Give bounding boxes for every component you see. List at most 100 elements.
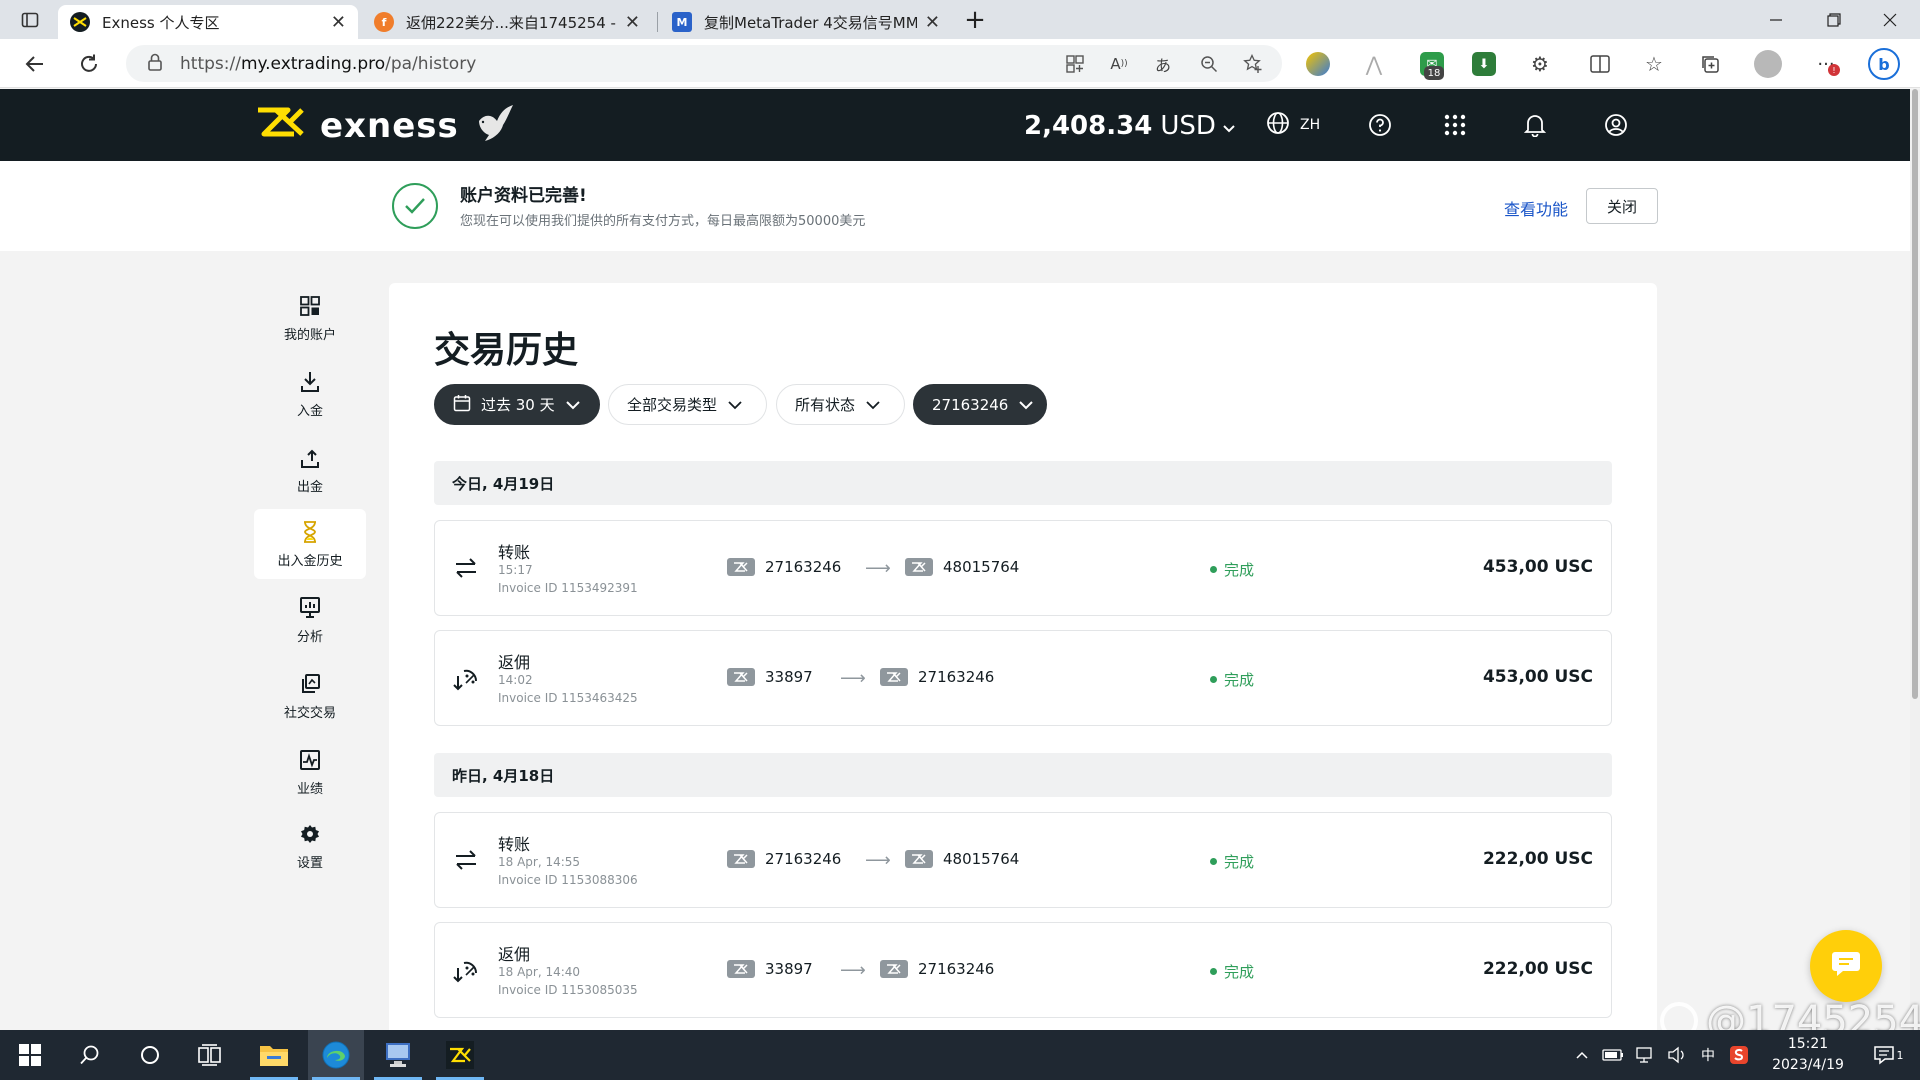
translate-icon[interactable]: あ [1152,53,1174,75]
favorites-icon[interactable]: ☆ [1642,52,1666,76]
close-banner-button[interactable]: 关闭 [1586,188,1658,224]
source-account-number: 33897 [765,960,813,978]
cortana-icon[interactable] [122,1030,178,1080]
ime-indicator[interactable]: 中 [1694,1030,1722,1080]
sidebar-item-settings[interactable]: 设置 [254,811,366,881]
scrollbar-thumb[interactable] [1912,89,1918,699]
tab-forum[interactable]: f 返佣222美分...来自1745254 - FO ✕ [362,5,652,39]
sidebar-item-history[interactable]: 出入金历史 [254,509,366,579]
sidebar-item-performance[interactable]: 业绩 [254,737,366,807]
sidebar-item-withdraw[interactable]: 出金 [254,435,366,505]
back-button[interactable] [18,47,52,81]
exness-logo[interactable]: exness [254,103,515,149]
help-icon[interactable] [1368,111,1392,139]
sidebar-item-deposit[interactable]: 入金 [254,359,366,429]
brand-name: exness [320,106,459,146]
sogou-input-icon[interactable] [1724,1030,1754,1080]
profile-avatar[interactable] [1754,50,1782,78]
close-window-button[interactable] [1862,0,1918,39]
close-tab-icon[interactable]: ✕ [625,12,640,33]
sidebar-item-social-trading[interactable]: 社交交易 [254,661,366,731]
tab-metatrader[interactable]: M 复制MetaTrader 4交易信号MMFL ✕ [660,5,952,39]
lock-icon[interactable] [148,53,162,75]
transaction-row[interactable]: 返佣 14:02 Invoice ID 1153463425 33897 ⟶ 2… [434,630,1612,726]
exness-terminal-icon[interactable] [432,1030,488,1080]
restore-button[interactable] [1806,0,1862,39]
collections-icon[interactable] [1698,52,1722,76]
search-icon[interactable] [62,1030,118,1080]
sidebar-label: 出金 [296,479,323,495]
edge-browser-icon[interactable] [308,1030,364,1080]
notifications-bell-icon[interactable] [1524,111,1546,139]
transaction-row[interactable]: 转账 15:17 Invoice ID 1153492391 27163246 … [434,520,1612,616]
remote-desktop-icon[interactable] [370,1030,426,1080]
page-scrollbar[interactable] [1910,89,1920,1030]
sidebar-item-my-accounts[interactable]: 我的账户 [254,283,366,353]
split-screen-icon[interactable] [1588,52,1612,76]
read-aloud-icon[interactable]: A)) [1108,53,1130,75]
add-favorite-icon[interactable] [1242,53,1264,75]
balance-amount: 2,408.34 [1024,111,1153,141]
arrow-right-icon: ⟶ [865,558,891,579]
transaction-row[interactable]: 转账 18 Apr, 14:55 Invoice ID 1153088306 2… [434,812,1612,908]
sidebar-item-analytics[interactable]: 分析 [254,585,366,655]
file-explorer-icon[interactable] [246,1030,302,1080]
grid-icon [300,294,320,318]
status-badge: 完成 [1210,851,1254,872]
tab-exness[interactable]: Exness 个人专区 ✕ [58,5,358,39]
status-filter[interactable]: 所有状态 [776,384,905,425]
hourglass-icon [302,520,318,544]
status-badge: 完成 [1210,559,1254,580]
bing-copilot-icon[interactable]: b [1868,48,1900,80]
system-clock[interactable]: 15:21 2023/4/19 [1760,1034,1856,1076]
extension-download-icon[interactable]: ⬇ [1472,52,1496,76]
notification-count: 1 [1896,1048,1904,1062]
windows-taskbar: 中 15:21 2023/4/19 1 [0,1030,1920,1080]
tab-title: 返佣222美分...来自1745254 - FO [406,13,617,32]
language-switcher[interactable]: ZH [1266,111,1320,139]
type-filter-label: 全部交易类型 [627,396,718,414]
network-icon[interactable] [1630,1030,1660,1080]
close-tab-icon[interactable]: ✕ [331,12,346,33]
account-balance[interactable]: 2,408.34 USD [1024,111,1236,141]
check-circle-icon [392,183,438,229]
url-scheme: https:// [180,53,241,74]
reload-button[interactable] [72,47,106,81]
battery-icon[interactable] [1598,1030,1628,1080]
sidebar-label: 出入金历史 [277,553,343,569]
period-filter[interactable]: 过去 30 天 [434,384,600,425]
extension-shield-icon[interactable] [1306,52,1330,76]
apps-grid-icon[interactable] [1444,111,1466,139]
close-tab-icon[interactable]: ✕ [925,12,940,33]
task-view-icon[interactable] [182,1030,238,1080]
account-filter[interactable]: 27163246 [913,384,1047,425]
tab-actions-icon[interactable] [2,0,58,39]
mql-favicon-icon: M [672,12,692,32]
status-dot [1210,968,1217,975]
minimize-button[interactable] [1748,0,1804,39]
start-button[interactable] [2,1030,58,1080]
action-center-icon[interactable]: 1 [1868,1030,1908,1080]
address-bar[interactable]: https://my.extrading.pro/pa/history A)) … [126,45,1282,82]
exness-account-icon [905,850,933,868]
exness-account-icon [727,960,755,978]
arrow-right-icon: ⟶ [840,960,866,981]
new-tab-button[interactable]: + [950,0,1000,39]
extension-a-icon[interactable]: ⋀ [1362,52,1386,76]
status-text: 完成 [1224,561,1255,579]
url-text[interactable]: https://my.extrading.pro/pa/history [180,54,476,74]
view-features-link[interactable]: 查看功能 [1504,196,1568,220]
zoom-out-icon[interactable] [1198,53,1220,75]
user-profile-icon[interactable] [1604,111,1628,139]
volume-icon[interactable] [1662,1030,1692,1080]
transaction-type: 返佣 [498,653,531,672]
sidebar-label: 分析 [296,629,323,645]
transaction-row[interactable]: 返佣 18 Apr, 14:40 Invoice ID 1153085035 3… [434,922,1612,1018]
chevron-down-icon [1018,396,1034,414]
show-hidden-icons[interactable] [1568,1030,1596,1080]
app-available-icon[interactable] [1064,53,1086,75]
tab-title: 复制MetaTrader 4交易信号MMFL [704,13,917,32]
extensions-puzzle-icon[interactable]: ⚙ [1528,52,1552,76]
transaction-type-filter[interactable]: 全部交易类型 [608,384,767,425]
live-chat-button[interactable] [1810,930,1882,1002]
